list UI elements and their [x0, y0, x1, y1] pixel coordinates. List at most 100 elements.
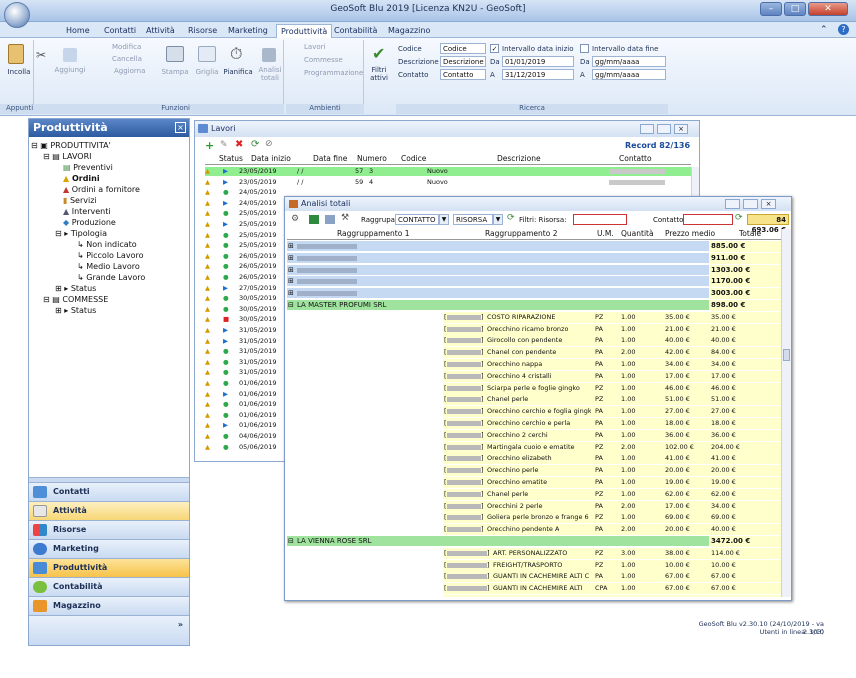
- col-codice[interactable]: Codice: [401, 154, 426, 164]
- collapse-ribbon-icon[interactable]: ⌃: [820, 25, 828, 35]
- nav-produttivita[interactable]: Produttività: [29, 558, 189, 577]
- group-row[interactable]: ⊞ 1170.00 €: [287, 276, 781, 288]
- tab-marketing[interactable]: Marketing: [224, 24, 272, 38]
- detail-row[interactable]: [] Orecchino cerchio e foglia gingko PA 1.0…: [287, 406, 781, 418]
- detail-row[interactable]: [] Orecchino pendente A PA 2.00 20.00 €40.00…: [287, 524, 781, 536]
- print-button[interactable]: Stampa: [160, 68, 190, 76]
- contatto-input[interactable]: Contatto: [440, 69, 486, 80]
- tab-risorse[interactable]: Risorse: [184, 24, 221, 38]
- col-status[interactable]: Status: [219, 154, 243, 164]
- plan-button[interactable]: Pianifica: [222, 68, 254, 76]
- detail-row[interactable]: [] Orecchino 4 cristalli PA 1.00 17.00 €17.0…: [287, 370, 781, 383]
- active-filters-button[interactable]: Filtri attivi: [366, 66, 392, 82]
- detail-row[interactable]: [] ART. PERSONALIZZATO PZ 3.00 38.00 €114.00…: [287, 547, 781, 560]
- detail-row[interactable]: [] Orecchino cerchio e perla PA 1.00 18.00 €…: [287, 418, 781, 430]
- detail-row[interactable]: [] Orecchino elizabeth PA 1.00 41.00 €41.00 …: [287, 453, 781, 465]
- tree-tipologia[interactable]: ⊟ ▸ Tipologia: [55, 228, 107, 239]
- end-interval-checkbox[interactable]: [580, 44, 589, 53]
- tree-medio-lavoro[interactable]: ↳ Medio Lavoro: [77, 261, 140, 272]
- detail-row[interactable]: [] Goliera perle bronzo e frange 6 fil PZ 1…: [287, 512, 781, 524]
- tree-lavori[interactable]: ⊟ ▤ LAVORI: [43, 151, 92, 162]
- tree-grande-lavoro[interactable]: ↳ Grande Lavoro: [77, 272, 145, 283]
- detail-row[interactable]: [] Martingala cuoio e ematite PZ 2.00 102.00…: [287, 441, 781, 454]
- detail-row[interactable]: [] Chanel con pendente PA 2.00 42.00 €84.00 …: [287, 347, 781, 359]
- col-prezzo-medio[interactable]: Prezzo medio: [665, 229, 715, 239]
- end-da-input[interactable]: gg/mm/aaaa: [592, 56, 666, 67]
- detail-row[interactable]: [] COSTO RIPARAZIONE PZ 1.00 35.00 €35.00 €: [287, 311, 781, 324]
- detail-row[interactable]: [] Chanel perle PZ 1.00 62.00 €62.00 €: [287, 488, 781, 501]
- col-descrizione[interactable]: Descrizione: [497, 154, 541, 164]
- tab-produttivita[interactable]: Produttività: [276, 24, 333, 38]
- tree-ordini[interactable]: ▲ Ordini: [63, 173, 100, 184]
- col-totale[interactable]: Totale: [739, 229, 761, 239]
- close-button[interactable]: ✕: [808, 2, 848, 16]
- nav-magazzino[interactable]: Magazzino: [29, 596, 189, 615]
- tree-piccolo-lavoro[interactable]: ↳ Piccolo Lavoro: [77, 250, 143, 261]
- table-row[interactable]: ▲ ▶ 23/05/2019 / / 59 4 Nuovo: [205, 178, 691, 187]
- maximize-button[interactable]: □: [784, 2, 806, 16]
- col-data-fine[interactable]: Data fine: [313, 154, 347, 164]
- refresh-filter-icon[interactable]: ⟳: [735, 213, 743, 223]
- clear-filter-icon[interactable]: ⊘: [265, 139, 273, 149]
- contatto-filter-input[interactable]: [683, 214, 733, 225]
- col-data-inizio[interactable]: Data inizio: [251, 154, 291, 164]
- col-numero[interactable]: Numero: [357, 154, 387, 164]
- detail-row[interactable]: [] Orecchino 2 cerchi PA 1.00 36.00 €36.00 €: [287, 429, 781, 442]
- detail-row[interactable]: [] Orecchino ematite PA 1.00 19.00 €19.00 €: [287, 477, 781, 489]
- minimize-button[interactable]: –: [760, 2, 782, 16]
- total-analysis-button[interactable]: Analisi totali: [256, 66, 284, 82]
- tree-status[interactable]: ⊞ ▸ Status: [55, 283, 96, 294]
- excel-icon[interactable]: [309, 215, 319, 224]
- codice-input[interactable]: Codice: [440, 43, 486, 54]
- tree-produttivita[interactable]: ⊟ ▣ PRODUTTIVITA': [31, 140, 111, 151]
- tree-ordini-fornitore[interactable]: ▲ Ordini a fornitore: [63, 184, 140, 195]
- start-a-input[interactable]: 31/12/2019: [502, 69, 574, 80]
- tab-contatti[interactable]: Contatti: [100, 24, 140, 38]
- env-commesse-button[interactable]: Commesse: [292, 56, 362, 64]
- descrizione-input[interactable]: Descrizione: [440, 56, 486, 67]
- group-row[interactable]: ⊟ LA MASTER PROFUMI SRL 898.00 €: [287, 300, 781, 311]
- col-raggruppamento-1[interactable]: Raggruppamento 1: [337, 229, 409, 239]
- analysis-tool-icon[interactable]: ⚙: [291, 214, 299, 224]
- raggruppa-1-select[interactable]: CONTATTO: [395, 214, 439, 225]
- table-row[interactable]: ▲ ▶ 23/05/2019 / / 57 3 Nuovo: [205, 167, 691, 176]
- nav-close-icon[interactable]: ×: [175, 122, 186, 133]
- start-da-input[interactable]: 01/01/2019: [502, 56, 574, 67]
- tab-magazzino[interactable]: Magazzino: [384, 24, 434, 38]
- col-contatto[interactable]: Contatto: [619, 154, 652, 164]
- refresh-record-icon[interactable]: ⟳: [251, 139, 259, 150]
- detail-row[interactable]: [] Orecchino perle PA 1.00 20.00 €20.00 €: [287, 465, 781, 477]
- group-row[interactable]: ⊞ 1303.00 €: [287, 264, 781, 276]
- nav-attivita[interactable]: Attività: [29, 501, 189, 520]
- env-programmazione-button[interactable]: Programmazione: [292, 69, 366, 77]
- start-interval-checkbox[interactable]: ✓: [490, 44, 499, 53]
- detail-row[interactable]: [] Orecchino nappa PA 1.00 34.00 €34.00 €: [287, 359, 781, 371]
- detail-row[interactable]: [] FREIGHT/TRASPORTO PZ 1.00 10.00 €10.00 €: [287, 559, 781, 572]
- tree-commesse-status[interactable]: ⊞ ▸ Status: [55, 305, 96, 316]
- analisi-scroll-thumb[interactable]: [783, 349, 790, 361]
- analisi-close[interactable]: ×: [761, 199, 776, 209]
- tree-non-indicato[interactable]: ↳ Non indicato: [77, 239, 137, 250]
- col-um[interactable]: U.M.: [597, 229, 614, 239]
- nav-configure[interactable]: »: [29, 615, 189, 645]
- nav-contatti[interactable]: Contatti: [29, 482, 189, 501]
- env-lavori-button[interactable]: Lavori: [292, 43, 362, 51]
- refresh-analysis-icon[interactable]: ⟳: [507, 213, 515, 223]
- tree-commesse[interactable]: ⊟ ▤ COMMESSE: [43, 294, 108, 305]
- lavori-close[interactable]: ×: [674, 124, 688, 134]
- nav-risorse[interactable]: Risorse: [29, 520, 189, 539]
- tab-home[interactable]: Home: [62, 24, 94, 38]
- nav-contabilita[interactable]: Contabilità: [29, 577, 189, 596]
- analisi-restore[interactable]: [743, 199, 758, 209]
- grid-button[interactable]: Griglia: [192, 68, 222, 76]
- detail-row[interactable]: [] Chanel perle PZ 1.00 51.00 €51.00 €: [287, 394, 781, 406]
- detail-row[interactable]: [] Orecchini 2 perle PA 2.00 17.00 €34.00 €: [287, 500, 781, 513]
- group-row[interactable]: ⊞ 885.00 €: [287, 241, 781, 252]
- detail-row[interactable]: [] GUANTI IN CACHEMIRE ALTI CPA 1.00 67.00 €…: [287, 583, 781, 595]
- paste-button[interactable]: Incolla: [2, 68, 36, 76]
- tree-produzione[interactable]: ◆ Produzione: [63, 217, 116, 228]
- col-raggruppamento-2[interactable]: Raggruppamento 2: [485, 229, 557, 239]
- add-record-icon[interactable]: +: [205, 139, 214, 152]
- analisi-scrollbar[interactable]: [781, 229, 791, 597]
- group-row[interactable]: ⊞ 911.00 €: [287, 252, 781, 264]
